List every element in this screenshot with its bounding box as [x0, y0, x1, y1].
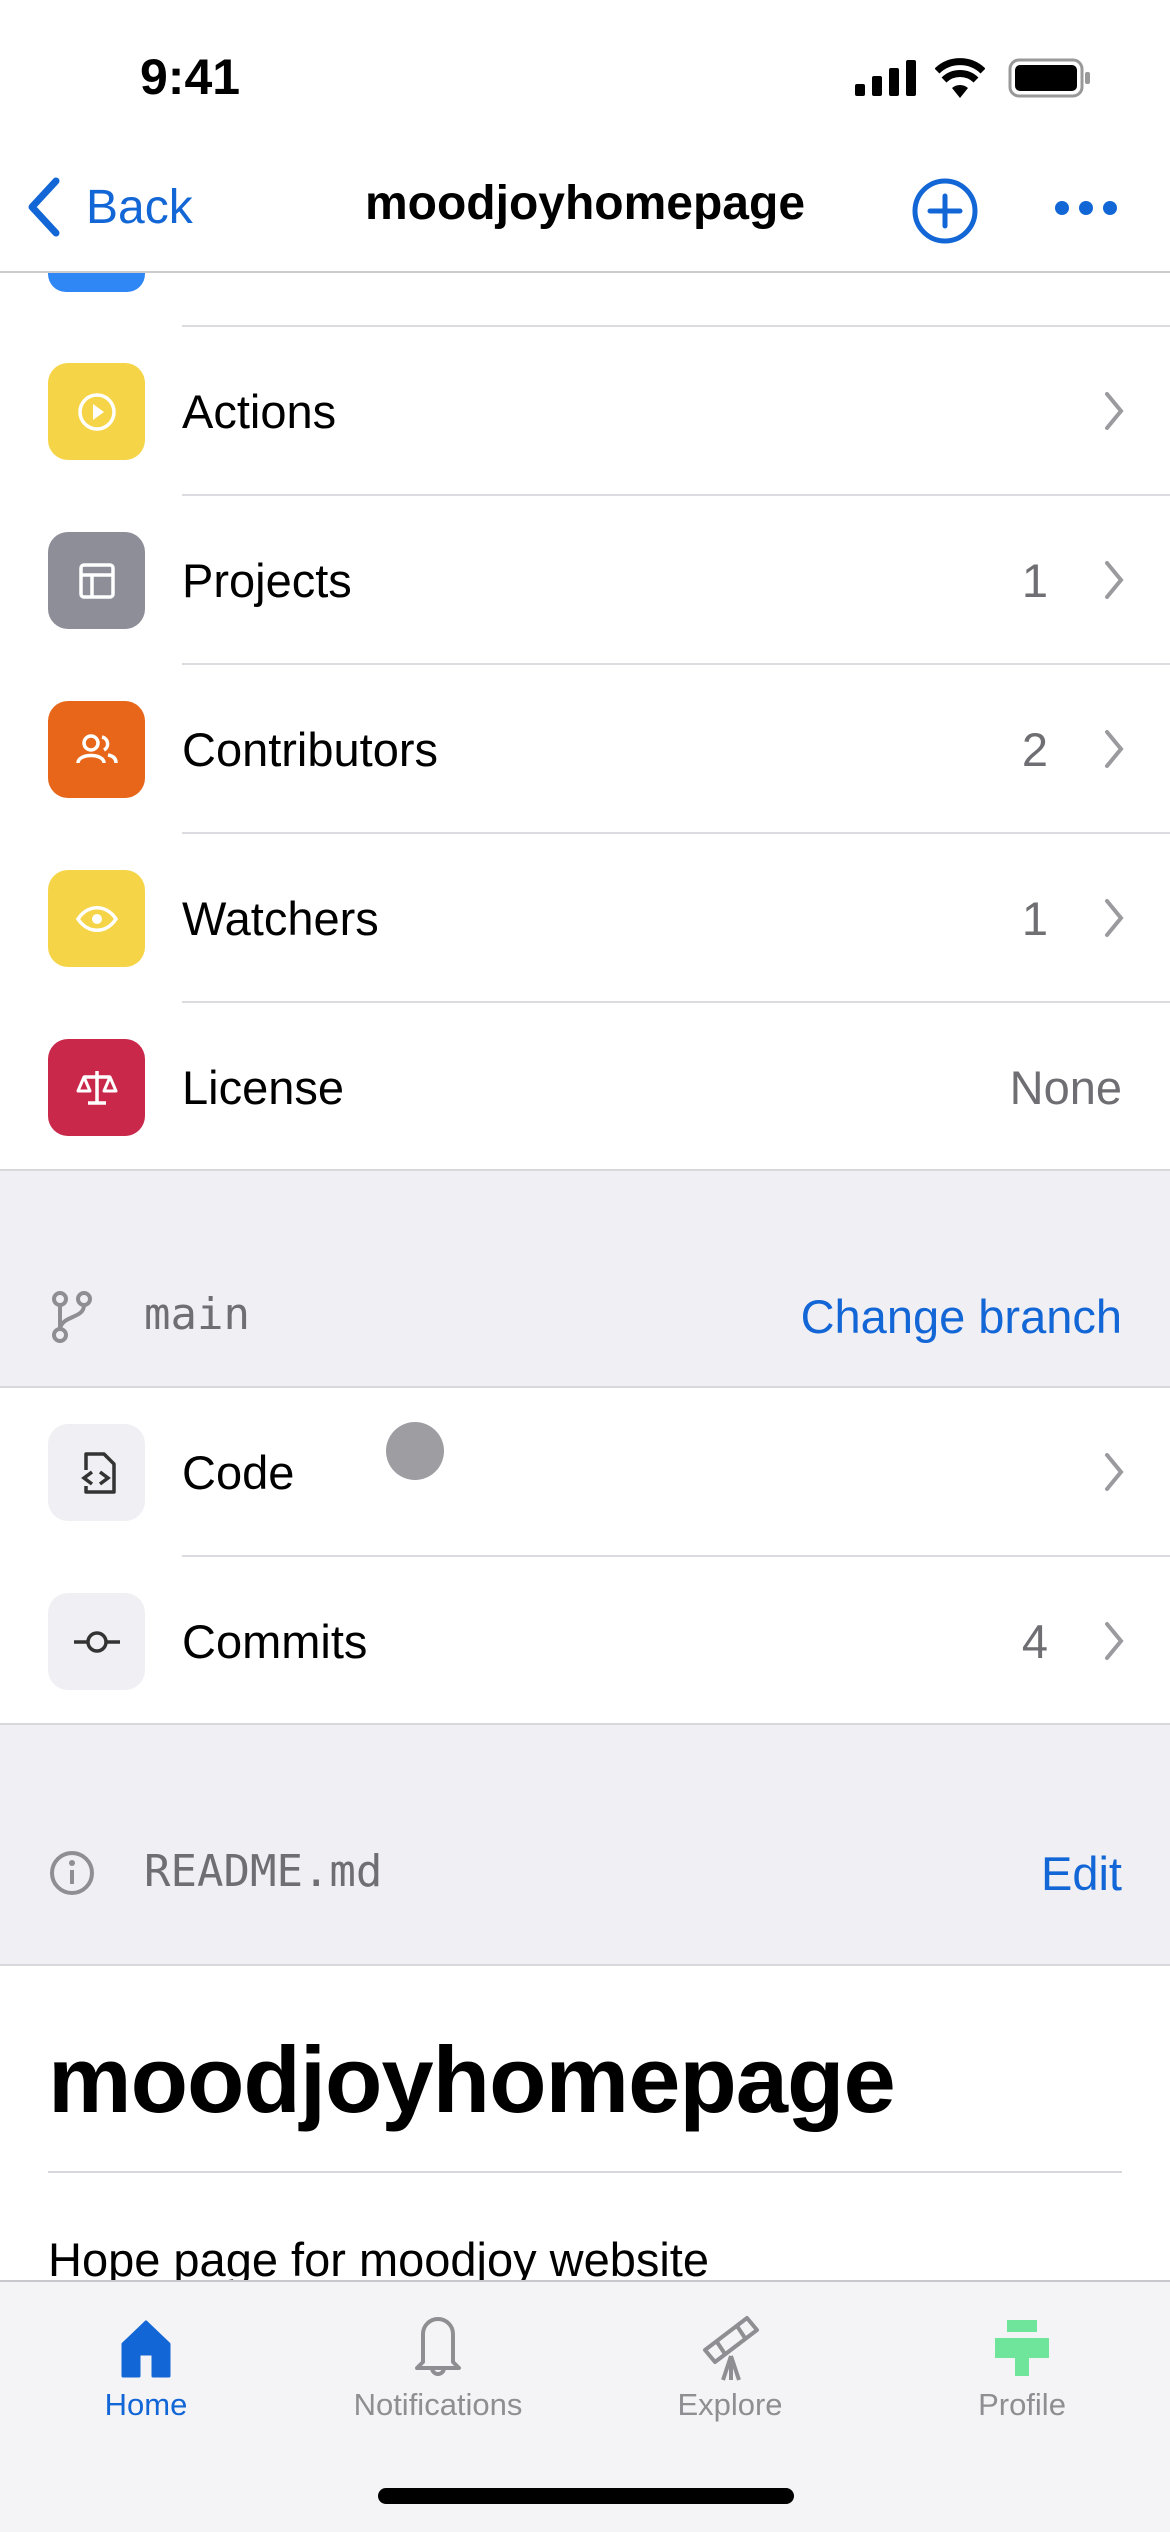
- change-branch-button[interactable]: Change branch: [801, 1289, 1122, 1344]
- code-row[interactable]: Code: [0, 1388, 1170, 1557]
- readme-body: Hope page for moodjoy website: [48, 2233, 710, 2280]
- back-button[interactable]: Back: [24, 175, 193, 239]
- edit-readme-button[interactable]: Edit: [1041, 1846, 1122, 1901]
- readme-content: moodjoyhomepage Hope page for moodjoy we…: [0, 1966, 1170, 2280]
- chevron-right-icon: [1105, 899, 1124, 937]
- readme-heading: moodjoyhomepage: [48, 2027, 896, 2132]
- partial-icon: [48, 273, 145, 292]
- play-circle-icon: [48, 363, 145, 460]
- chevron-right-icon: [1105, 730, 1124, 768]
- row-watchers[interactable]: Watchers 1: [0, 834, 1170, 1003]
- bell-icon: [415, 2317, 461, 2376]
- cellular-signal-icon: [855, 60, 916, 96]
- home-indicator: [378, 2488, 794, 2504]
- commits-row[interactable]: Commits 4: [0, 1557, 1170, 1726]
- branch-header: main Change branch: [0, 1171, 1170, 1388]
- git-branch-icon: [52, 1291, 92, 1343]
- tab-label: Explore: [677, 2387, 783, 2422]
- chevron-right-icon: [1105, 1453, 1124, 1491]
- code-list: Code Commits 4: [0, 1388, 1170, 1725]
- chevron-left-icon: [28, 177, 60, 237]
- code-label: Code: [182, 1446, 295, 1499]
- chevron-right-icon: [1105, 561, 1124, 599]
- row-label: Projects: [182, 554, 352, 607]
- info-icon: [50, 1851, 94, 1895]
- row-license[interactable]: License None: [0, 1003, 1170, 1169]
- row-value: None: [1009, 1061, 1122, 1114]
- row-projects[interactable]: Projects 1: [0, 496, 1170, 665]
- touch-indicator: [386, 1422, 444, 1480]
- tab-label: Profile: [978, 2387, 1066, 2422]
- status-time: 9:41: [140, 49, 241, 105]
- repository-info-list: Actions Projects 1 Contributors 2 Watche…: [0, 273, 1170, 1171]
- row-value: 1: [1021, 554, 1048, 607]
- chevron-right-icon: [1105, 1622, 1124, 1660]
- tab-label: Home: [104, 2387, 188, 2422]
- row-value: 2: [1021, 723, 1048, 776]
- eye-icon: [48, 870, 145, 967]
- more-options-icon[interactable]: [1054, 198, 1118, 218]
- table-icon: [48, 532, 145, 629]
- git-commit-icon: [48, 1593, 145, 1690]
- law-icon: [48, 1039, 145, 1136]
- commits-count: 4: [1021, 1615, 1048, 1668]
- add-button[interactable]: [910, 176, 980, 246]
- battery-icon: [1008, 58, 1090, 98]
- navigation-bar: Back moodjoyhomepage: [0, 140, 1170, 273]
- file-code-icon: [48, 1424, 145, 1521]
- commits-label: Commits: [182, 1615, 368, 1668]
- row-label: Contributors: [182, 723, 438, 776]
- row-actions[interactable]: Actions: [0, 327, 1170, 496]
- wifi-icon: [935, 58, 985, 98]
- page-title: moodjoyhomepage: [364, 177, 806, 230]
- divider: [48, 2171, 1122, 2173]
- back-label: Back: [86, 180, 193, 234]
- telescope-icon: [703, 2316, 759, 2381]
- row-value: 1: [1021, 892, 1048, 945]
- readme-header: README.md Edit: [0, 1725, 1170, 1966]
- row-label: Actions: [182, 385, 337, 438]
- readme-filename: README.md: [144, 1846, 383, 1897]
- branch-name: main: [144, 1289, 250, 1340]
- profile-avatar-icon: [995, 2320, 1049, 2376]
- row-label: License: [182, 1061, 344, 1114]
- people-icon: [48, 701, 145, 798]
- row-label: Watchers: [182, 892, 379, 945]
- row-contributors[interactable]: Contributors 2: [0, 665, 1170, 834]
- home-icon: [121, 2320, 171, 2378]
- status-bar: 9:41: [0, 0, 1170, 140]
- tab-label: Notifications: [353, 2387, 523, 2422]
- chevron-right-icon: [1105, 392, 1124, 430]
- tab-bar: Home Notifications Explore Profile: [0, 2280, 1170, 2532]
